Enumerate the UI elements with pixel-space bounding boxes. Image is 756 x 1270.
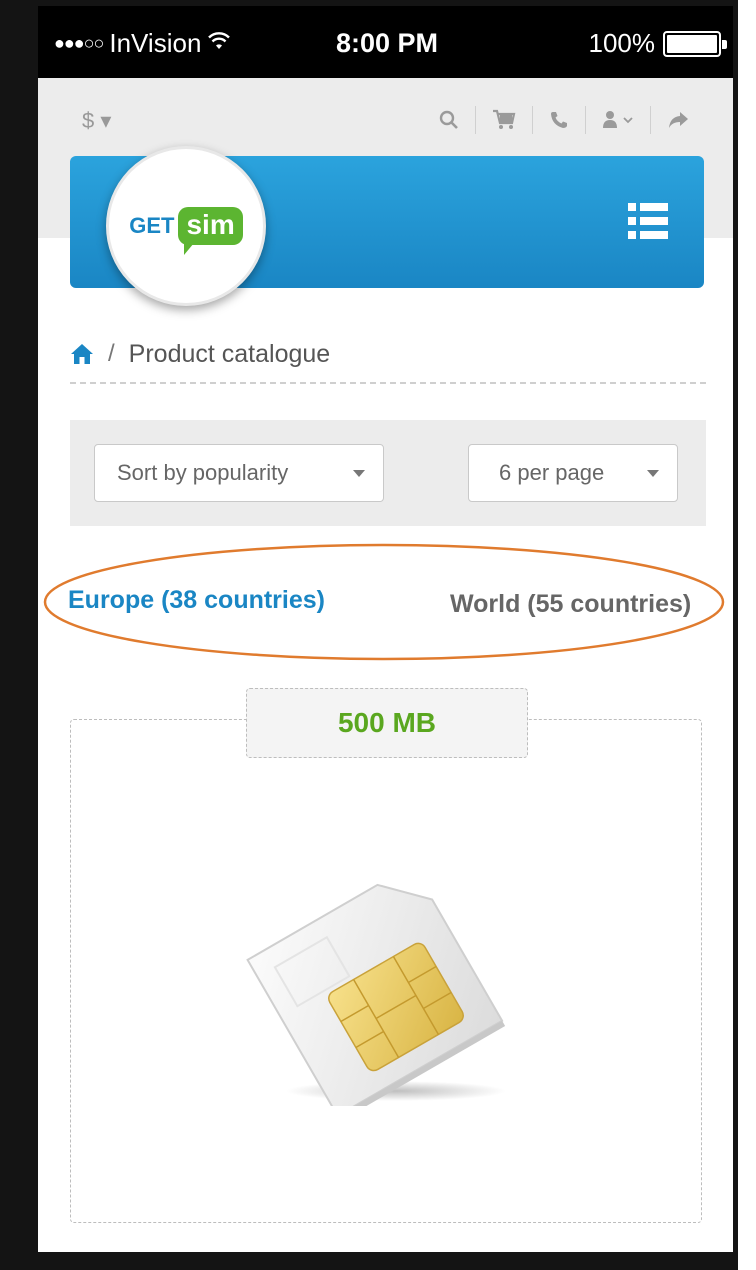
frame-bottom: [0, 1252, 738, 1270]
logo-sim-bubble: sim: [178, 207, 243, 255]
currency-dropdown[interactable]: $ ▾: [82, 108, 111, 134]
logo-get-text: GET: [129, 213, 175, 238]
user-icon[interactable]: [585, 106, 650, 134]
carrier-name: InVision: [109, 28, 202, 58]
sim-card-image: [246, 883, 506, 1106]
status-right: 100%: [588, 28, 727, 59]
battery-icon: [663, 30, 727, 57]
breadcrumb: / Product catalogue: [70, 334, 706, 384]
getsim-logo[interactable]: GET sim: [106, 146, 266, 306]
chevron-down-icon: [353, 470, 365, 477]
product-label: 500 MB: [246, 688, 528, 758]
frame-left: [0, 0, 38, 1270]
menu-icon[interactable]: [628, 202, 668, 239]
per-page-select[interactable]: 6 per page: [468, 444, 678, 502]
utility-icons: [423, 106, 705, 134]
filter-bar: Sort by popularity 6 per page: [70, 420, 706, 526]
status-left: ●●●○○ InVision: [54, 28, 231, 59]
breadcrumb-separator: /: [108, 340, 115, 367]
screen: ●●●○○ InVision 8:00 PM 100% $ ▾ GET sim …: [38, 6, 733, 1252]
logo-sim-text: sim: [186, 209, 235, 240]
status-bar: ●●●○○ InVision 8:00 PM 100%: [38, 6, 733, 78]
chevron-down-icon: [647, 470, 659, 477]
sort-select-value: Sort by popularity: [117, 460, 289, 485]
cart-icon[interactable]: [475, 106, 532, 134]
region-tabs: Europe (38 countries) World (55 countrie…: [38, 542, 733, 662]
battery-percent: 100%: [588, 28, 656, 58]
breadcrumb-current: Product catalogue: [128, 339, 331, 368]
per-page-select-value: 6 per page: [499, 460, 605, 485]
tab-europe[interactable]: Europe (38 countries): [68, 586, 325, 615]
frame-right: [733, 0, 738, 1270]
status-time: 8:00 PM: [336, 28, 439, 58]
signal-dots: ●●●○○: [54, 33, 104, 53]
share-icon[interactable]: [650, 106, 705, 134]
phone-frame: ●●●○○ InVision 8:00 PM 100% $ ▾ GET sim …: [0, 0, 756, 1270]
sort-select[interactable]: Sort by popularity: [94, 444, 384, 502]
tab-world[interactable]: World (55 countries): [450, 590, 691, 619]
home-icon[interactable]: [70, 343, 94, 365]
phone-icon[interactable]: [532, 106, 585, 134]
wifi-icon: [207, 30, 231, 58]
search-icon[interactable]: [423, 106, 475, 134]
